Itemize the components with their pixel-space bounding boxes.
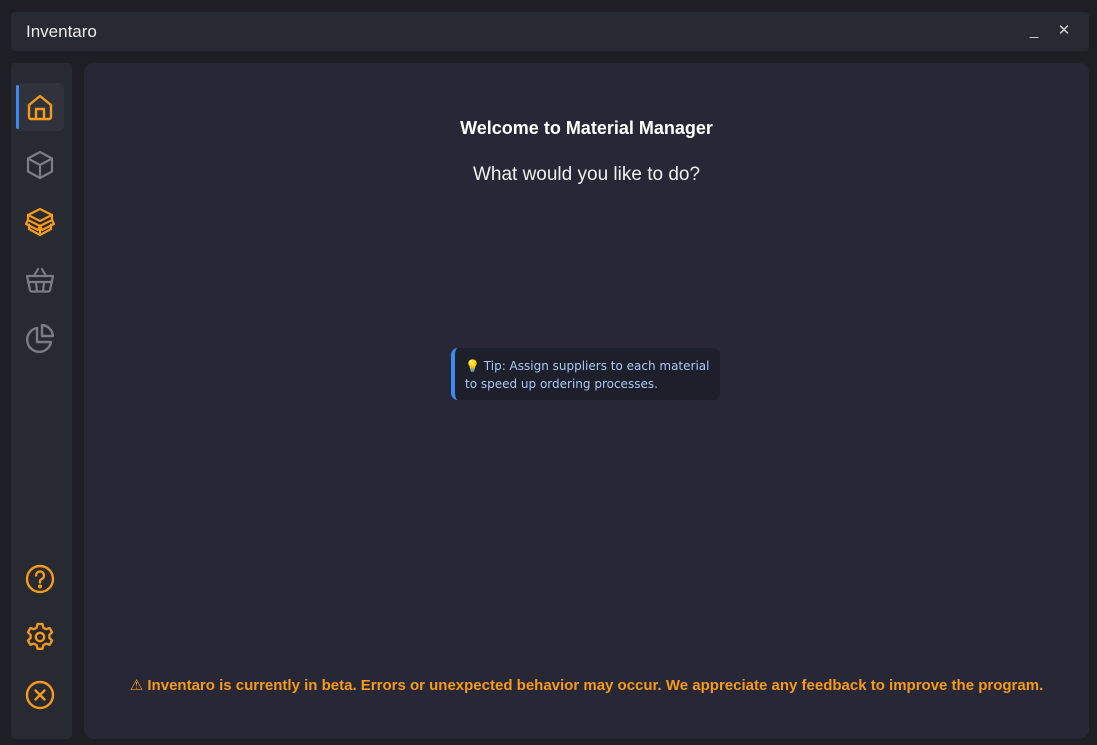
close-circle-icon [25, 680, 55, 710]
boxes-icon [24, 207, 56, 237]
main-panel: Welcome to Material Manager What would y… [84, 63, 1089, 739]
box-icon [26, 150, 54, 180]
minimize-button[interactable]: _ [1023, 20, 1045, 42]
prompt-question: What would you like to do? [472, 164, 701, 185]
nav-settings[interactable] [16, 613, 64, 661]
nav-home[interactable] [16, 83, 64, 131]
nav-exit[interactable] [16, 671, 64, 719]
beta-notice: ⚠ Inventaro is currently in beta. Errors… [124, 675, 1049, 697]
pie-chart-icon [26, 323, 55, 353]
gear-icon [26, 622, 54, 650]
title-bar: Inventaro _ ✕ [11, 12, 1089, 51]
nav-statistics[interactable] [16, 314, 64, 362]
tip-box: 💡 Tip: Assign suppliers to each material… [451, 348, 720, 400]
tip-text: Tip: Assign suppliers to each material t… [465, 359, 710, 391]
close-button[interactable]: ✕ [1053, 20, 1075, 42]
nav-orders[interactable] [16, 256, 64, 304]
help-icon [25, 564, 55, 594]
nav-inventory[interactable] [16, 198, 64, 246]
nav-help[interactable] [16, 555, 64, 603]
lightbulb-icon: 💡 [465, 359, 480, 373]
beta-notice-text: Inventaro is currently in beta. Errors o… [147, 677, 1044, 694]
nav-materials[interactable] [16, 141, 64, 189]
app-title: Inventaro [26, 22, 97, 41]
sidebar [11, 63, 72, 739]
welcome-title: Welcome to Material Manager [460, 118, 713, 138]
basket-icon [25, 267, 55, 293]
home-icon [27, 94, 53, 121]
warning-icon: ⚠ [129, 677, 144, 694]
